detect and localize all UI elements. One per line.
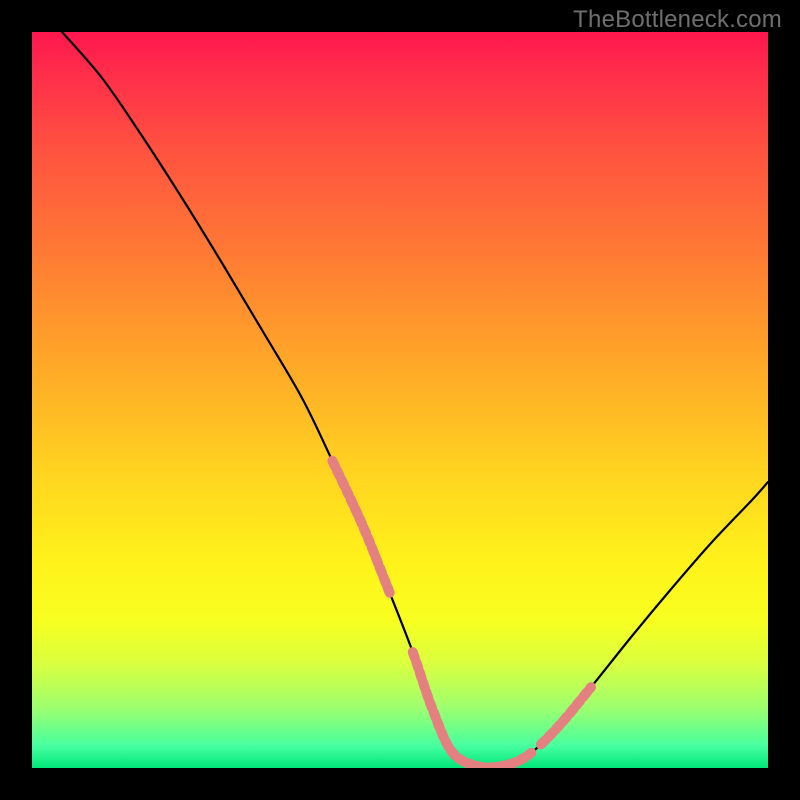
highlight-dot	[387, 587, 389, 593]
highlight-dot	[548, 732, 552, 737]
highlight-dot	[583, 692, 587, 697]
highlight-dot	[420, 672, 422, 678]
highlight-dot	[441, 732, 444, 738]
highlight-dot	[467, 763, 473, 765]
highlight-dot	[332, 461, 335, 467]
highlight-dot	[499, 765, 505, 766]
highlight-dot	[541, 740, 546, 744]
highlight-dot	[437, 722, 439, 728]
highlight-dot	[346, 489, 349, 495]
highlight-dot	[434, 712, 436, 718]
highlight-dot	[383, 577, 385, 583]
highlight-dot	[364, 528, 366, 534]
highlight-dot	[446, 741, 449, 747]
highlight-dot	[576, 700, 580, 705]
highlight-dot	[478, 766, 484, 767]
highlight-dot	[519, 758, 525, 761]
highlight-dot	[430, 702, 432, 708]
highlight-dot	[426, 692, 428, 698]
highlight-dot	[563, 717, 567, 722]
highlight-dot	[351, 499, 354, 505]
highlight-dots	[332, 461, 591, 768]
highlight-dot	[376, 557, 378, 563]
highlight-dot	[359, 518, 362, 524]
chart-frame: TheBottleneck.com	[0, 0, 800, 800]
plot-area	[32, 32, 768, 768]
highlight-dot	[590, 687, 591, 689]
highlight-dot	[368, 538, 370, 544]
highlight-dot	[570, 709, 574, 714]
highlight-dot	[451, 750, 455, 755]
highlight-dot	[423, 682, 425, 688]
watermark-text: TheBottleneck.com	[573, 6, 782, 34]
highlight-dot	[528, 753, 531, 756]
highlight-dot	[380, 567, 382, 573]
highlight-dot	[413, 652, 415, 658]
highlight-dot	[337, 470, 340, 476]
highlight-dot	[372, 547, 374, 553]
curve-svg	[32, 32, 768, 768]
highlight-dot	[509, 762, 515, 764]
highlight-dot	[416, 662, 418, 668]
highlight-dot	[355, 509, 358, 515]
highlight-dot	[342, 480, 345, 486]
highlight-dot	[556, 725, 560, 730]
highlight-dot	[458, 758, 463, 761]
